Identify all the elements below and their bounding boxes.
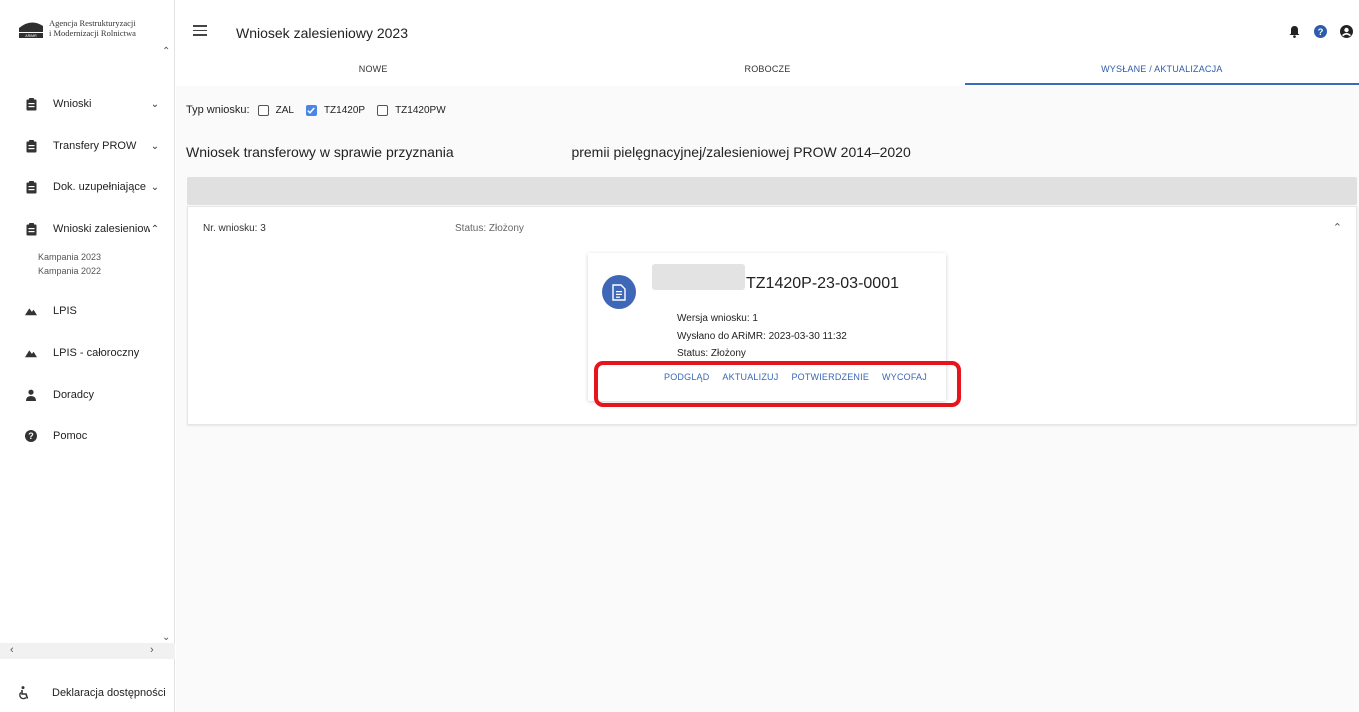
application-version: Wersja wniosku: 1 [677, 313, 758, 324]
sidebar-scroll-up-icon[interactable]: ⌃ [162, 46, 170, 57]
logo-line-1: Agencja Restrukturyzacji [49, 18, 136, 28]
sidebar-horizontal-scrollbar[interactable]: ‹ › [0, 643, 175, 659]
application-card: TZ1420P-23-03-0001 Wersja wniosku: 1 Wys… [588, 253, 946, 401]
svg-text:?: ? [28, 431, 34, 441]
sidebar-item-label: Transfery PROW [53, 140, 137, 152]
sidebar-item-label: LPIS - całoroczny [53, 347, 140, 359]
sent-date: Wysłano do ARiMR: 2023-03-30 11:32 [677, 331, 847, 342]
main-content: Typ wniosku: ZAL TZ1420P TZ1420PW Wniose… [176, 86, 1359, 712]
document-title-part-1: Wniosek transferowy w sprawie przyznania [186, 144, 454, 160]
checkbox-tz1420pw[interactable]: TZ1420PW [377, 104, 446, 116]
withdraw-button[interactable]: WYCOFAJ [882, 372, 927, 382]
sidebar-item-label: Dok. uzupełniające [53, 181, 146, 193]
account-icon[interactable] [1339, 24, 1353, 38]
tab-nowe[interactable]: NOWE [176, 55, 570, 85]
document-title-part-2: premii pielęgnacyjnej/zalesieniowej PROW… [571, 144, 911, 160]
header-bar [187, 177, 1357, 205]
checkmark-icon [307, 107, 316, 114]
sidebar-item-label: LPIS [53, 305, 77, 317]
sidebar: ARiMR Agencja Restrukturyzacji i Moderni… [0, 0, 175, 712]
checkbox-label: ZAL [275, 104, 294, 116]
svg-text:?: ? [1317, 27, 1323, 38]
sidebar-subitem-kampania-2022[interactable]: Kampania 2022 [38, 266, 101, 276]
chevron-down-icon: ⌄ [150, 140, 160, 152]
sidebar-item-lpis[interactable]: LPIS [25, 302, 160, 320]
checkbox-box[interactable] [377, 104, 389, 116]
sidebar-subitem-kampania-2023[interactable]: Kampania 2023 [38, 252, 101, 262]
application-number: Nr. wniosku: 3 [203, 223, 266, 234]
redacted-area [458, 143, 568, 157]
help-icon[interactable]: ? [1313, 24, 1327, 38]
sidebar-item-wnioski[interactable]: Wnioski ⌄ [25, 95, 160, 113]
chevron-down-icon: ⌄ [150, 181, 160, 193]
tab-robocze[interactable]: ROBOCZE [570, 55, 964, 85]
chevron-up-icon[interactable]: ⌃ [1333, 221, 1342, 234]
sidebar-scroll-down-icon[interactable]: ⌄ [162, 632, 170, 643]
redacted-area [652, 264, 745, 290]
top-icons: ? [1287, 24, 1353, 38]
document-avatar [602, 275, 636, 309]
clipboard-icon [25, 97, 37, 111]
checkbox-box-checked[interactable] [305, 104, 317, 116]
accessibility-label: Deklaracja dostępności [52, 687, 166, 699]
application-id: TZ1420P-23-03-0001 [746, 275, 899, 292]
document-icon [612, 283, 626, 301]
checkbox-label: TZ1420P [323, 104, 366, 116]
panel-header[interactable]: Nr. wniosku: 3 Status: Złożony ⌃ [188, 207, 1356, 247]
sidebar-item-label: Wnioski [53, 98, 92, 110]
scroll-left-icon[interactable]: ‹ [10, 644, 14, 656]
filter-label: Typ wniosku: [186, 104, 250, 116]
card-actions: PODGLĄD AKTUALIZUJ POTWIERDZENIE WYCOFAJ [664, 372, 927, 382]
document-title: Wniosek transferowy w sprawie przyznania… [186, 143, 911, 160]
confirmation-button[interactable]: POTWIERDZENIE [791, 372, 869, 382]
checkbox-tz1420p[interactable]: TZ1420P [305, 104, 366, 116]
sidebar-item-label: Pomoc [53, 430, 88, 442]
clipboard-icon [25, 222, 37, 236]
checkbox-label: TZ1420PW [395, 104, 446, 116]
sidebar-item-wnioski-zalesieniowe[interactable]: Wnioski zalesieniowe ⌃ [25, 220, 160, 238]
logo-text: Agencja Restrukturyzacji i Modernizacji … [49, 18, 174, 38]
sidebar-item-transfery[interactable]: Transfery PROW ⌄ [25, 137, 160, 155]
application-panel: Nr. wniosku: 3 Status: Złożony ⌃ TZ1420P… [187, 206, 1357, 425]
page-title: Wniosek zalesieniowy 2023 [236, 25, 408, 41]
sidebar-item-pomoc[interactable]: ? Pomoc [25, 427, 160, 445]
scroll-right-icon[interactable]: › [150, 644, 154, 656]
tabs: NOWE ROBOCZE WYSŁANE / AKTUALIZACJA [176, 55, 1359, 85]
card-status: Status: Złożony [677, 348, 746, 359]
arimr-logo-mark: ARiMR [18, 18, 44, 39]
person-icon [25, 388, 37, 402]
sidebar-item-dok-uzupelniajace[interactable]: Dok. uzupełniające ⌄ [25, 178, 160, 196]
logo-line-2: i Modernizacji Rolnictwa [49, 28, 136, 38]
arimr-logo[interactable]: ARiMR Agencja Restrukturyzacji i Moderni… [18, 18, 174, 39]
chevron-down-icon: ⌄ [150, 98, 160, 110]
bell-icon[interactable] [1287, 24, 1301, 38]
preview-button[interactable]: PODGLĄD [664, 372, 709, 382]
top-bar: Wniosek zalesieniowy 2023 ? NOWE ROBOCZE… [176, 0, 1359, 86]
chevron-up-icon: ⌃ [150, 223, 160, 235]
accessibility-declaration-link[interactable]: Deklaracja dostępności [18, 686, 166, 700]
sidebar-item-lpis-caloroczny[interactable]: LPIS - całoroczny [25, 344, 160, 362]
clipboard-icon [25, 139, 37, 153]
hamburger-menu-icon[interactable] [193, 25, 207, 39]
help-icon: ? [25, 429, 37, 443]
mountains-icon [25, 304, 37, 318]
tab-wyslane-aktualizacja[interactable]: WYSŁANE / AKTUALIZACJA [964, 55, 1359, 85]
clipboard-icon [25, 180, 37, 194]
checkbox-box[interactable] [257, 104, 269, 116]
svg-text:ARiMR: ARiMR [25, 34, 37, 38]
sidebar-item-label: Doradcy [53, 389, 94, 401]
checkbox-zal[interactable]: ZAL [257, 104, 294, 116]
update-button[interactable]: AKTUALIZUJ [722, 372, 778, 382]
mountains-icon [25, 346, 37, 360]
application-type-filter: Typ wniosku: ZAL TZ1420P TZ1420PW [186, 104, 458, 116]
application-status: Status: Złożony [455, 223, 524, 234]
sidebar-item-label: Wnioski zalesieniowe [53, 223, 150, 235]
accessibility-icon [18, 686, 32, 700]
sidebar-item-doradcy[interactable]: Doradcy [25, 386, 160, 404]
